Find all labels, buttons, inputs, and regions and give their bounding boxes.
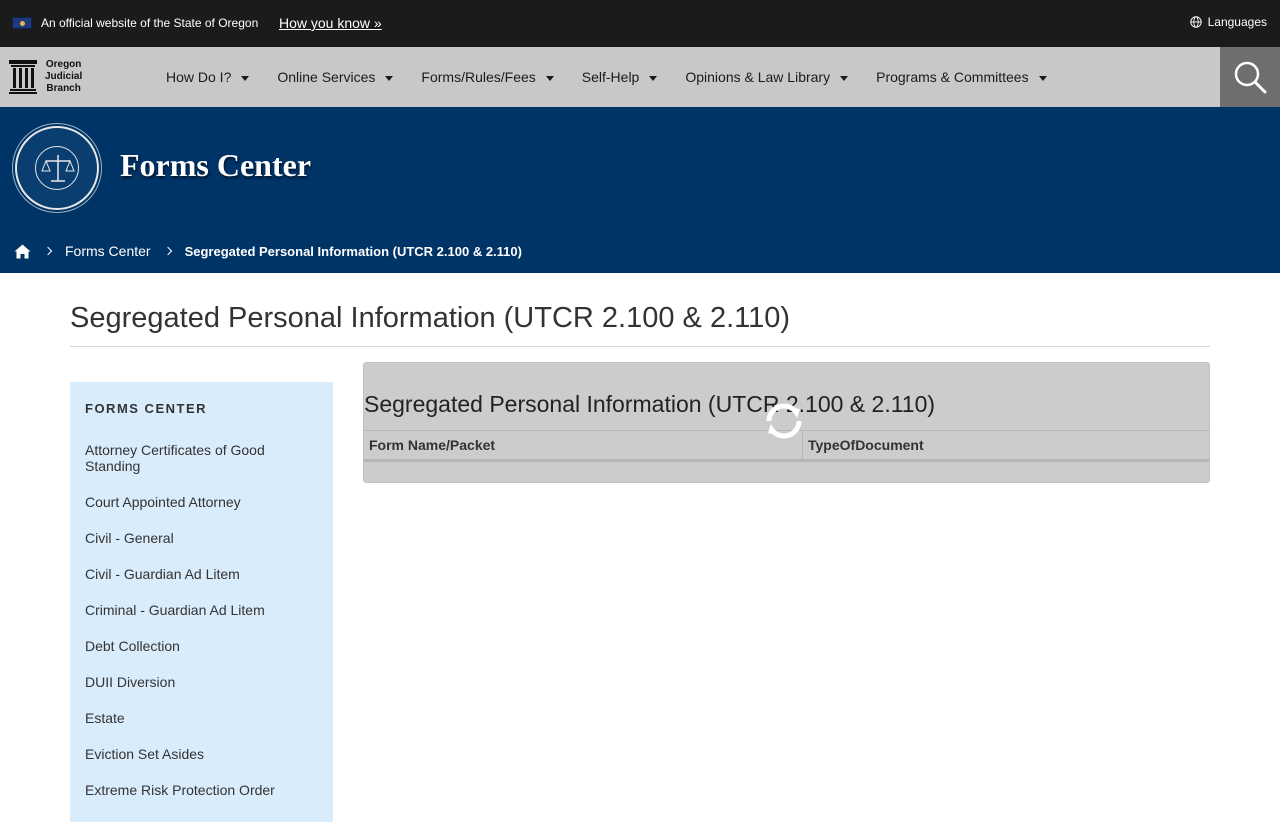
- home-icon[interactable]: [14, 244, 31, 259]
- nav-online-services[interactable]: Online Services: [277, 69, 394, 85]
- caret-down-icon: [649, 75, 658, 81]
- column-header-type-of-document[interactable]: TypeOfDocument: [803, 431, 1209, 459]
- nav-item-label: How Do I?: [166, 69, 232, 85]
- nav-item-label: Forms/Rules/Fees: [421, 69, 536, 85]
- panel-title: Segregated Personal Information (UTCR 2.…: [364, 391, 936, 417]
- brand-line-2: Judicial: [45, 71, 83, 82]
- search-button[interactable]: [1220, 47, 1280, 107]
- courthouse-pillar-icon: [9, 60, 37, 94]
- languages-button[interactable]: Languages: [1189, 15, 1267, 29]
- hero-title: Forms Center: [120, 147, 312, 183]
- column-header-form-name[interactable]: Form Name/Packet: [364, 431, 803, 459]
- sidebar-item-court-appointed-attorney[interactable]: Court Appointed Attorney: [85, 494, 320, 510]
- chevron-right-icon: [163, 246, 172, 256]
- nav-item-label: Online Services: [277, 69, 376, 85]
- forms-center-hero: Forms Center Forms Center Segregated Per…: [0, 107, 1280, 273]
- sidebar-item-estate[interactable]: Estate: [85, 710, 320, 726]
- breadcrumb: Forms Center Segregated Personal Informa…: [14, 243, 522, 259]
- sidebar-list: Attorney Certificates of Good Standing C…: [85, 442, 320, 818]
- languages-label: Languages: [1207, 15, 1267, 29]
- sidebar-item-attorney-certificates[interactable]: Attorney Certificates of Good Standing: [85, 442, 320, 474]
- seal-scales-icon: [35, 146, 79, 190]
- nav-menu: How Do I? Online Services Forms/Rules/Fe…: [166, 47, 1075, 107]
- title-divider: [70, 346, 1210, 347]
- official-website-text: An official website of the State of Oreg…: [41, 16, 259, 30]
- nav-forms-rules-fees[interactable]: Forms/Rules/Fees: [421, 69, 554, 85]
- nav-item-label: Opinions & Law Library: [685, 69, 831, 85]
- how-you-know-link[interactable]: How you know »: [279, 15, 382, 31]
- ojd-logo-link[interactable]: Oregon Judicial Branch: [9, 57, 99, 97]
- nav-item-label: Programs & Committees: [876, 69, 1029, 85]
- sidebar-item-debt-collection[interactable]: Debt Collection: [85, 638, 320, 654]
- chevron-right-icon: [43, 246, 53, 256]
- nav-opinions-law-library[interactable]: Opinions & Law Library: [685, 69, 849, 85]
- sidebar-item-civil-general[interactable]: Civil - General: [85, 530, 320, 546]
- sidebar-item-eviction-set-asides[interactable]: Eviction Set Asides: [85, 746, 320, 762]
- brand-line-3: Branch: [46, 83, 81, 94]
- nav-item-label: Self-Help: [581, 69, 640, 85]
- official-banner: An official website of the State of Oreg…: [0, 0, 1280, 47]
- brand-line-1: Oregon: [45, 59, 82, 70]
- judicial-department-seal-icon: [15, 126, 99, 210]
- nav-self-help[interactable]: Self-Help: [582, 69, 658, 85]
- page-title: Segregated Personal Information (UTCR 2.…: [70, 302, 791, 334]
- caret-down-icon: [545, 75, 554, 81]
- sidebar-item-duii-diversion[interactable]: DUII Diversion: [85, 674, 320, 690]
- breadcrumb-forms-center[interactable]: Forms Center: [65, 243, 151, 259]
- oregon-flag-icon: [12, 17, 32, 29]
- brand-name: Oregon Judicial Branch: [45, 59, 82, 95]
- sidebar-item-criminal-guardian-ad-litem[interactable]: Criminal - Guardian Ad Litem: [85, 602, 320, 618]
- caret-down-icon: [840, 75, 849, 81]
- refresh-spinner-icon: [766, 403, 802, 439]
- search-icon: [1234, 61, 1267, 94]
- sidebar-item-extreme-risk-protection-order[interactable]: Extreme Risk Protection Order: [85, 782, 320, 798]
- sidebar-item-civil-guardian-ad-litem[interactable]: Civil - Guardian Ad Litem: [85, 566, 320, 582]
- globe-icon: [1189, 16, 1202, 28]
- nav-how-do-i[interactable]: How Do I?: [166, 69, 250, 85]
- breadcrumb-current: Segregated Personal Information (UTCR 2.…: [184, 243, 522, 259]
- main-navbar: Oregon Judicial Branch How Do I? Online …: [0, 47, 1280, 107]
- caret-down-icon: [1038, 75, 1047, 81]
- forms-center-sidebar: FORMS CENTER Attorney Certificates of Go…: [70, 382, 333, 822]
- forms-list-panel: Segregated Personal Information (UTCR 2.…: [363, 362, 1210, 483]
- nav-programs-committees[interactable]: Programs & Committees: [876, 69, 1047, 85]
- sidebar-heading: FORMS CENTER: [85, 401, 207, 416]
- caret-down-icon: [241, 75, 250, 81]
- caret-down-icon: [385, 75, 394, 81]
